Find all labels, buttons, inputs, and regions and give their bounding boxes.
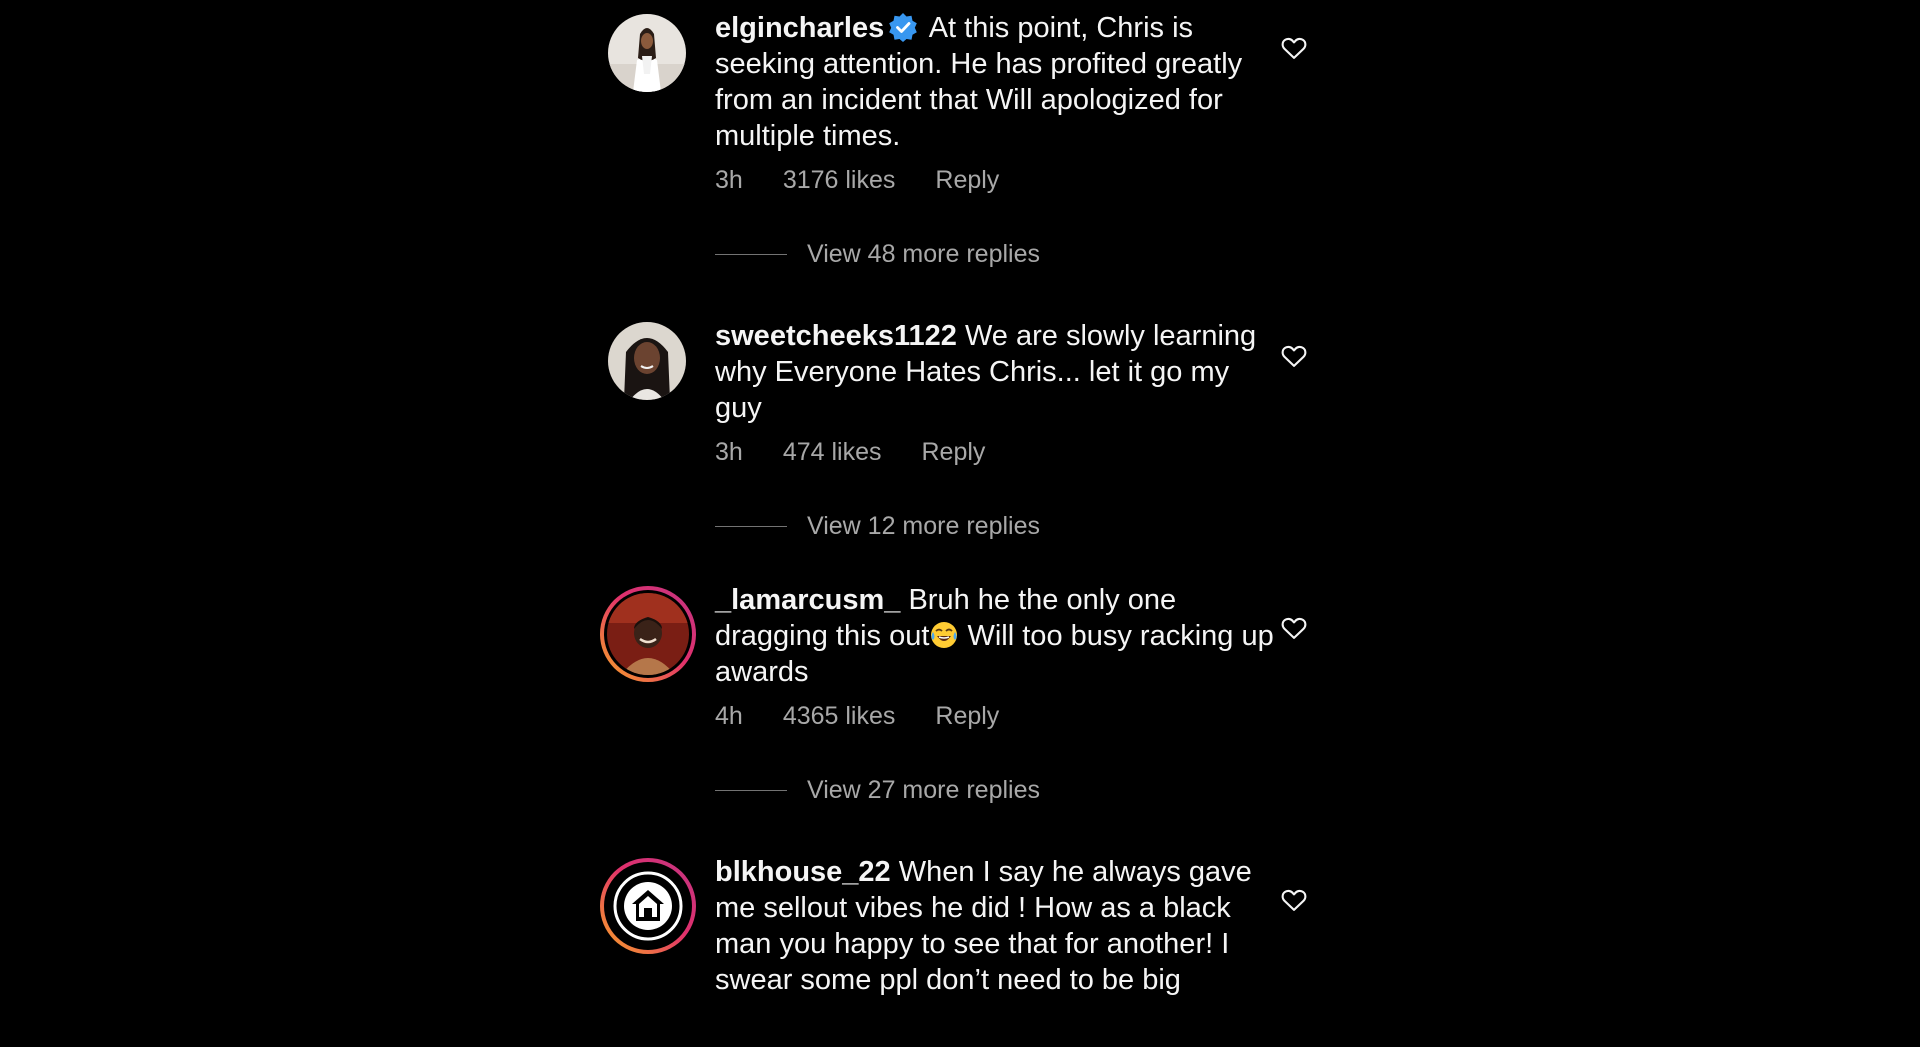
comment-meta: 3h 474 likes Reply — [715, 438, 1025, 467]
heart-outline-icon[interactable] — [1280, 342, 1308, 370]
avatar-story-ring[interactable] — [600, 586, 696, 682]
comment-time: 3h — [715, 166, 743, 194]
comment-body: _lamarcusm_ Bruh he the only one draggin… — [715, 582, 1275, 690]
comment-time: 3h — [715, 438, 743, 466]
divider-line — [715, 790, 787, 791]
comment-time: 4h — [715, 702, 743, 730]
comment-username[interactable]: elgincharles — [715, 12, 884, 44]
divider-line — [715, 254, 787, 255]
comment-username[interactable]: sweetcheeks1122 — [715, 320, 957, 352]
comment-body: elgincharles At this point, Chris is see… — [715, 10, 1275, 154]
avatar-story-ring[interactable] — [600, 858, 696, 954]
face-with-tears-of-joy-icon — [929, 620, 959, 650]
divider-line — [715, 526, 787, 527]
avatar[interactable] — [608, 14, 686, 92]
view-replies-label: View 48 more replies — [807, 240, 1040, 268]
view-replies-label: View 27 more replies — [807, 776, 1040, 804]
view-replies-button[interactable]: View 48 more replies — [715, 240, 1040, 269]
comment-username[interactable]: blkhouse_22 — [715, 856, 891, 888]
comment-meta: 4h 4365 likes Reply — [715, 702, 1039, 731]
reply-button[interactable]: Reply — [935, 702, 999, 730]
reply-button[interactable]: Reply — [921, 438, 985, 466]
avatar — [607, 865, 689, 947]
comment-body: blkhouse_22 When I say he always gave me… — [715, 854, 1275, 998]
comment-meta: 3h 3176 likes Reply — [715, 166, 1039, 195]
verified-badge-icon — [888, 12, 918, 42]
heart-outline-icon[interactable] — [1280, 614, 1308, 642]
reply-button[interactable]: Reply — [935, 166, 999, 194]
comment-likes[interactable]: 4365 likes — [783, 702, 896, 730]
heart-outline-icon[interactable] — [1280, 34, 1308, 62]
comment-username[interactable]: _lamarcusm_ — [715, 584, 900, 616]
view-replies-label: View 12 more replies — [807, 512, 1040, 540]
avatar — [607, 593, 689, 675]
heart-outline-icon[interactable] — [1280, 886, 1308, 914]
avatar[interactable] — [608, 322, 686, 400]
comment-likes[interactable]: 474 likes — [783, 438, 882, 466]
comment-body: sweetcheeks1122 We are slowly learning w… — [715, 318, 1275, 426]
view-replies-button[interactable]: View 12 more replies — [715, 512, 1040, 541]
comment-likes[interactable]: 3176 likes — [783, 166, 896, 194]
view-replies-button[interactable]: View 27 more replies — [715, 776, 1040, 805]
